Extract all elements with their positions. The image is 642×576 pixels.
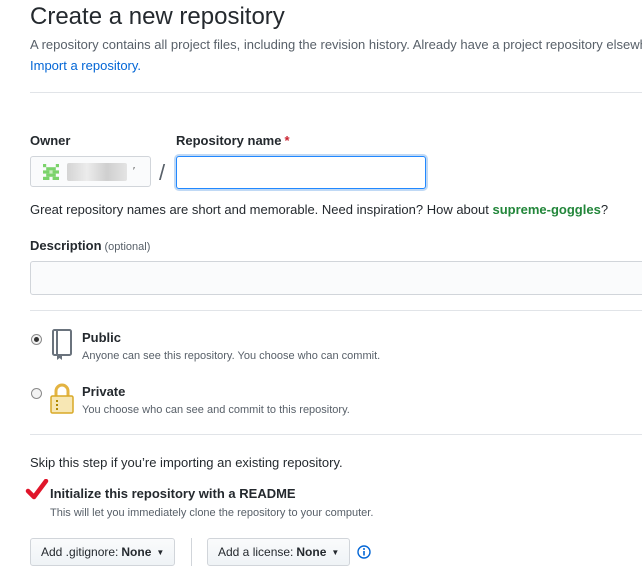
repo-name-label: Repository name * (176, 133, 290, 148)
init-readme-desc: This will let you immediately clone the … (50, 507, 374, 519)
divider (30, 92, 642, 93)
owner-label: Owner (30, 133, 71, 148)
caret-down-icon: ▼ (156, 547, 165, 557)
description-label: Description (optional) (30, 238, 151, 253)
description-input[interactable] (30, 261, 642, 295)
repo-book-icon (52, 329, 72, 360)
chevron-down-icon: ′ (133, 166, 135, 177)
divider (191, 538, 192, 566)
checkmark-icon[interactable] (25, 479, 49, 503)
page-subtitle: A repository contains all project files,… (30, 37, 642, 52)
add-license-dropdown[interactable]: Add a license: None ▼ (207, 538, 351, 566)
divider (30, 434, 642, 435)
private-radio[interactable] (31, 388, 42, 399)
private-desc: You choose who can see and commit to thi… (82, 404, 350, 416)
identicon-icon (43, 163, 59, 180)
name-suggestion[interactable]: supreme-goggles (492, 202, 600, 217)
info-icon[interactable] (357, 545, 371, 559)
public-radio[interactable] (31, 334, 42, 345)
divider (30, 310, 642, 311)
repo-name-hint: Great repository names are short and mem… (30, 202, 609, 217)
add-gitignore-dropdown[interactable]: Add .gitignore: None ▼ (30, 538, 176, 566)
public-title: Public (82, 330, 122, 345)
public-desc: Anyone can see this repository. You choo… (82, 350, 381, 362)
repository-name-input[interactable] (176, 156, 426, 189)
import-repository-link[interactable]: Import a repository. (30, 58, 141, 73)
caret-down-icon: ▼ (331, 547, 340, 557)
owner-repo-separator: / (159, 160, 166, 185)
private-title: Private (82, 384, 126, 399)
init-readme-checkbox-label[interactable]: Initialize this repository with a README (50, 486, 296, 501)
owner-name-redacted (67, 162, 127, 181)
owner-dropdown[interactable]: ′ (30, 156, 151, 187)
lock-icon (50, 383, 74, 414)
skip-step-note: Skip this step if you’re importing an ex… (30, 455, 343, 470)
page-title: Create a new repository (30, 3, 285, 30)
optional-note: (optional) (104, 241, 151, 253)
required-mark: * (284, 133, 290, 148)
